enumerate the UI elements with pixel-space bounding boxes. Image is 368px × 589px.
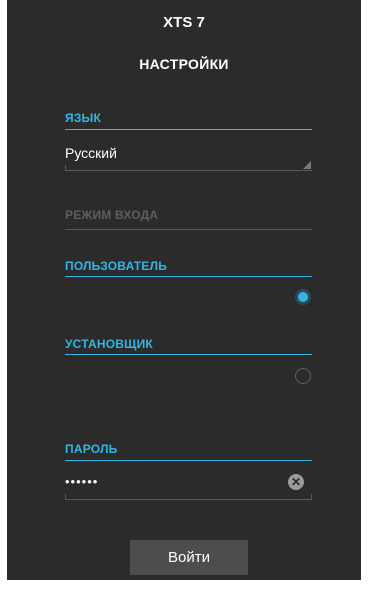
user-radio[interactable] xyxy=(295,289,311,305)
password-label: ПАРОЛЬ xyxy=(65,442,118,456)
password-underline-tick-left xyxy=(65,494,66,499)
language-label: ЯЗЫК xyxy=(65,111,102,125)
clear-circle-icon[interactable]: ✕ xyxy=(288,474,304,490)
password-underline-tick-right xyxy=(311,494,312,499)
installer-divider xyxy=(65,354,312,355)
login-button[interactable]: Войти xyxy=(130,540,248,575)
password-input[interactable]: •••••• xyxy=(65,474,98,489)
language-underline-tick-left xyxy=(65,165,66,170)
password-divider xyxy=(65,460,312,461)
login-mode-label: РЕЖИМ ВХОДА xyxy=(65,208,159,222)
password-underline xyxy=(65,499,312,500)
installer-label: УСТАНОВЩИК xyxy=(65,337,153,351)
user-label: ПОЛЬЗОВАТЕЛЬ xyxy=(65,259,168,273)
bottom-margin xyxy=(7,580,361,589)
settings-panel: XTS 7 НАСТРОЙКИ ЯЗЫК Русский РЕЖИМ ВХОДА… xyxy=(7,0,361,589)
app-title: XTS 7 xyxy=(163,14,205,31)
language-underline xyxy=(65,170,312,171)
page-title: НАСТРОЙКИ xyxy=(139,56,229,72)
language-divider xyxy=(65,129,312,130)
installer-radio[interactable] xyxy=(295,368,311,384)
login-mode-divider xyxy=(65,229,312,230)
user-divider xyxy=(65,276,312,277)
language-value[interactable]: Русский xyxy=(65,145,117,161)
spinner-corner-icon xyxy=(303,161,311,169)
